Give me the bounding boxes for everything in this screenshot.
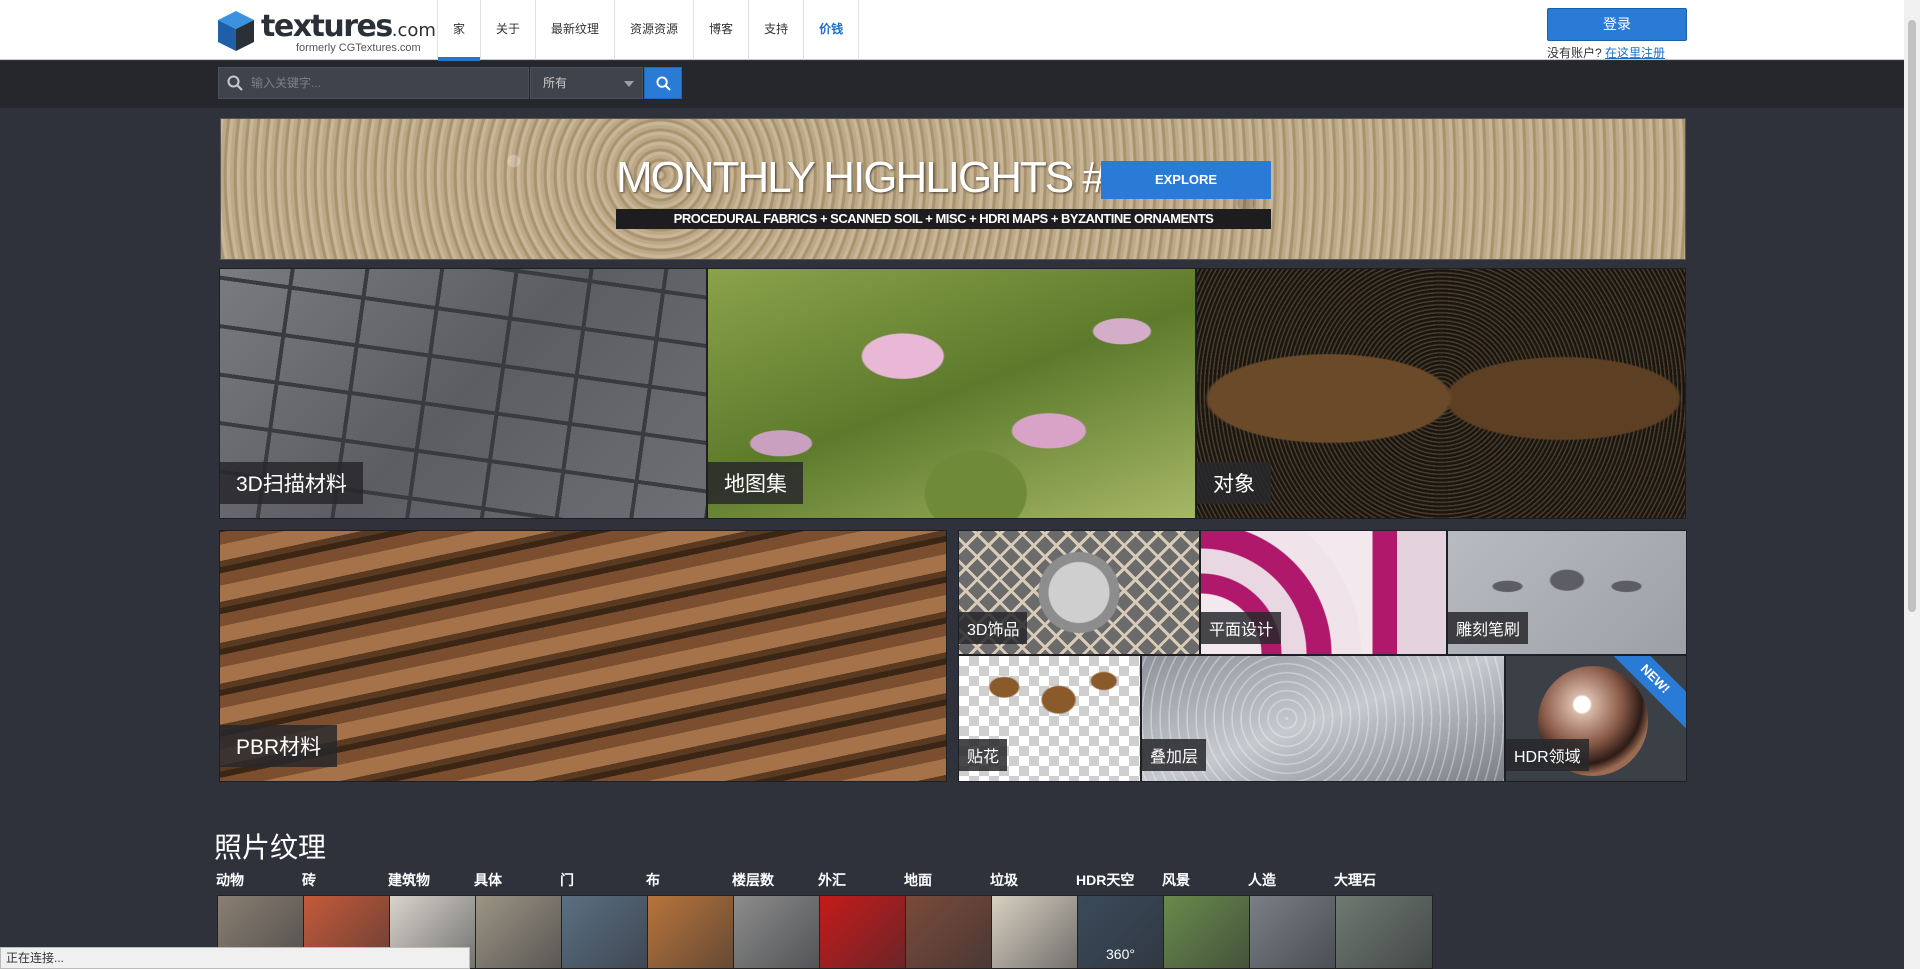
search-box <box>218 67 529 99</box>
photo-category-thumbnail[interactable] <box>1249 895 1347 969</box>
photo-category-label: 布 <box>646 872 660 888</box>
tile-label: 平面设计 <box>1201 612 1282 644</box>
photo-category-thumbnail[interactable] <box>647 895 745 969</box>
top-header: textures.com formerly CGTextures.com 家关于… <box>0 0 1904 61</box>
register-link[interactable]: 在这里注册 <box>1605 46 1665 60</box>
no-account-text: 没有账户? <box>1547 46 1602 60</box>
section-title-photo-textures: 照片纹理 <box>214 832 327 863</box>
photo-category-item[interactable]: 垃圾 <box>990 870 1090 969</box>
tile-atlas[interactable]: 地图集 <box>707 268 1196 519</box>
photo-category-item[interactable]: 布 <box>646 870 746 969</box>
photo-category-item[interactable]: 风景 <box>1162 870 1262 969</box>
register-prompt: 没有账户? 在这里注册 <box>1547 44 1665 61</box>
login-button[interactable]: 登录 <box>1547 8 1687 41</box>
photo-category-item[interactable]: 人造 <box>1248 870 1348 969</box>
photo-category-label: 砖 <box>302 872 316 888</box>
tile-label: 雕刻笔刷 <box>1448 612 1529 644</box>
nav-item-6[interactable]: 价钱 <box>804 0 860 60</box>
photo-category-label: 门 <box>560 872 574 888</box>
photo-category-thumbnail[interactable] <box>1163 895 1261 969</box>
photo-category-thumbnail[interactable] <box>991 895 1089 969</box>
nav-item-0[interactable]: 家 <box>438 0 482 61</box>
photo-category-label: 外汇 <box>818 872 846 888</box>
nav-item-3[interactable]: 资源资源 <box>615 0 695 60</box>
photo-category-item[interactable]: 具体 <box>474 870 574 969</box>
logo-tagline: formerly CGTextures.com <box>296 42 421 54</box>
tile-pbr-materials[interactable]: PBR材料 <box>219 530 947 782</box>
photo-category-item[interactable]: 大理石 <box>1334 870 1434 969</box>
search-band: 所有 <box>0 61 1904 108</box>
photo-category-thumbnail[interactable] <box>733 895 831 969</box>
tile-label: HDR领域 <box>1506 739 1589 771</box>
site-logo[interactable]: textures.com formerly CGTextures.com <box>216 9 436 55</box>
photo-category-label: 垃圾 <box>990 872 1018 888</box>
photo-category-thumbnail[interactable]: 360° <box>1077 895 1175 969</box>
search-button[interactable] <box>644 67 682 99</box>
nav-item-5[interactable]: 支持 <box>749 0 805 60</box>
photo-category-label: 地面 <box>904 872 932 888</box>
photo-category-item[interactable]: 门 <box>560 870 660 969</box>
photo-category-thumbnail[interactable] <box>819 895 917 969</box>
tile-label: 贴花 <box>959 739 1008 771</box>
photo-category-thumbnail[interactable] <box>561 895 659 969</box>
browser-status-bar: 正在连接... <box>0 947 470 969</box>
photo-category-item[interactable]: 地面 <box>904 870 1004 969</box>
caret-down-icon <box>624 81 634 87</box>
tile-label: 叠加层 <box>1142 739 1207 771</box>
search-icon <box>656 76 671 91</box>
banner-subtitle: PROCEDURAL FABRICS + SCANNED SOIL + MISC… <box>616 209 1271 229</box>
photo-category-label: 具体 <box>474 872 502 888</box>
photo-category-thumbnail[interactable] <box>475 895 573 969</box>
scrollbar-thumb[interactable] <box>1908 20 1916 612</box>
tile-hdr-spheres[interactable]: NEW! HDR领域 <box>1505 655 1687 782</box>
photo-category-thumbnail[interactable] <box>1335 895 1433 969</box>
main-nav: 家关于 最新纹理 资源资源 博客 支持 价钱 <box>437 0 860 61</box>
nav-item-4[interactable]: 博客 <box>694 0 750 60</box>
tile-label: 对象 <box>1197 462 1271 504</box>
cube-logo-icon <box>218 11 254 51</box>
hdr-360-label: 360° <box>1106 946 1135 962</box>
category-select[interactable]: 所有 <box>530 67 643 99</box>
search-input[interactable] <box>251 68 521 98</box>
photo-category-item[interactable]: 外汇 <box>818 870 918 969</box>
explore-button[interactable]: EXPLORE <box>1101 161 1271 199</box>
category-select-value: 所有 <box>543 76 568 90</box>
photo-category-item[interactable]: 楼层数 <box>732 870 832 969</box>
photo-category-item[interactable]: HDR天空 360° <box>1076 870 1176 969</box>
tile-overlays[interactable]: 叠加层 <box>1141 655 1505 782</box>
monthly-highlights-banner[interactable]: MONTHLY HIGHLIGHTS #19 EXPLORE PROCEDURA… <box>220 118 1686 260</box>
tile-label: PBR材料 <box>220 725 338 767</box>
photo-category-label: HDR天空 <box>1076 872 1135 888</box>
tile-objects[interactable]: 对象 <box>1196 268 1686 519</box>
page-scrollbar[interactable] <box>1904 0 1920 969</box>
nav-item-2[interactable]: 最新纹理 <box>536 0 616 60</box>
nav-item-1[interactable]: 关于 <box>481 0 537 60</box>
photo-category-thumbnail[interactable] <box>905 895 1003 969</box>
tile-label: 3D扫描材料 <box>220 462 363 504</box>
tile-3d-scan-materials[interactable]: 3D扫描材料 <box>219 268 707 519</box>
photo-category-label: 楼层数 <box>732 872 774 888</box>
photo-category-label: 大理石 <box>1334 872 1376 888</box>
photo-category-label: 人造 <box>1248 872 1276 888</box>
tile-decals[interactable]: 贴花 <box>958 655 1141 782</box>
tile-sculpt-brushes[interactable]: 雕刻笔刷 <box>1447 530 1687 655</box>
search-icon <box>227 75 243 91</box>
photo-category-label: 风景 <box>1162 872 1190 888</box>
photo-category-label: 建筑物 <box>388 872 430 888</box>
tile-label: 3D饰品 <box>959 612 1028 644</box>
tile-3d-ornaments[interactable]: 3D饰品 <box>958 530 1200 655</box>
tile-graphic-design[interactable]: 平面设计 <box>1200 530 1447 655</box>
tile-label: 地图集 <box>708 462 803 504</box>
banner-title: MONTHLY HIGHLIGHTS #19 <box>616 153 1152 202</box>
photo-category-label: 动物 <box>216 872 244 888</box>
